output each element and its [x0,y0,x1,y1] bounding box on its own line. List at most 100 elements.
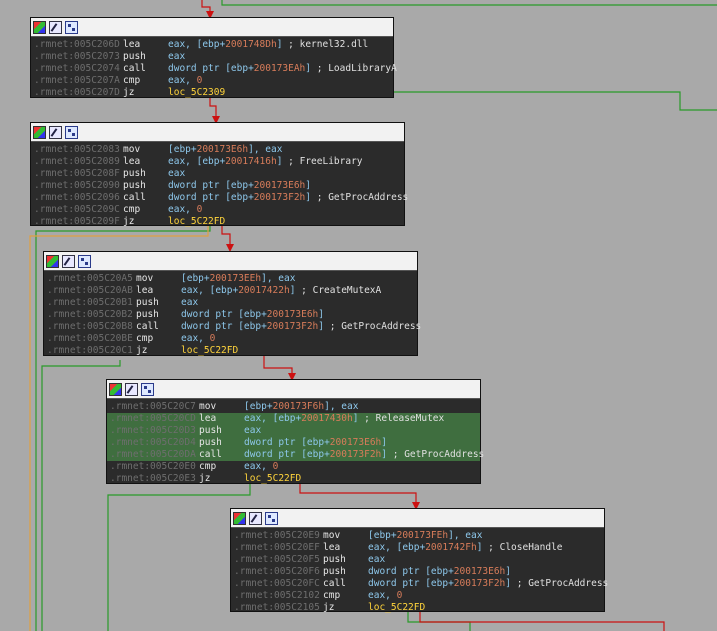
graph-view-icon[interactable] [141,382,154,396]
instruction-line[interactable]: .rmnet:005C20C1 jz loc_5C22FD [44,345,417,357]
instruction-line[interactable]: .rmnet:005C2089 lea eax, [ebp+20017416h] ;… [31,156,404,168]
instruction-line[interactable]: .rmnet:005C207D jz loc_5C2309 [31,87,393,99]
operand-part: eax, [368,590,397,601]
operand-part: 200173F2h [253,192,306,203]
instruction-line[interactable]: .rmnet:005C209F jz loc_5C22FD [31,216,404,228]
instruction-address: .rmnet:005C2089 [34,156,120,167]
instruction-line[interactable]: .rmnet:005C20F6 push dword ptr [ebp+200173… [231,566,604,578]
instruction-line[interactable]: .rmnet:005C20BE cmp eax, 0 [44,333,417,345]
operand-part: dword ptr [ebp+ [168,63,254,74]
instruction-mnemonic: jz [136,345,148,356]
instruction-address: .rmnet:005C2073 [34,51,120,62]
instruction-line[interactable]: .rmnet:005C20A5 mov [ebp+200173EEh], eax [44,273,417,285]
instruction-line[interactable]: .rmnet:005C20DA call dword ptr [ebp+200173… [107,449,484,461]
instruction-line[interactable]: .rmnet:005C2102 cmp eax, 0 [231,590,604,602]
graph-view-icon[interactable] [265,511,278,525]
color-palette-icon[interactable] [109,382,122,396]
instruction-mnemonic: lea [123,39,141,50]
edge-b4-green [107,484,251,631]
instruction-line[interactable]: .rmnet:005C20CD lea eax, [ebp+20017430h] ;… [107,413,480,425]
instruction-address: .rmnet:005C20F6 [234,566,320,577]
instruction-operands: eax, [ebp+2001742Fh] ; CloseHandle [368,542,563,554]
instruction-line[interactable]: .rmnet:005C2105 jz loc_5C22FD [231,602,604,614]
color-palette-icon[interactable] [233,511,246,525]
operand-part: eax, [168,75,197,86]
instruction-mnemonic: call [199,449,222,460]
instruction-operands: dword ptr [ebp+200173E6h] [368,566,511,578]
operand-part: dword ptr [ebp+ [181,321,267,332]
instruction-address: .rmnet:005C20AB [47,285,133,296]
code-block-3[interactable]: .rmnet:005C20A5 mov [ebp+200173EEh], eax .r… [43,251,421,357]
operand-part: ] [289,285,296,296]
color-palette-icon[interactable] [33,20,46,34]
instruction-list: .rmnet:005C206D lea eax, [ebp+2001748Dh] ;… [31,37,397,99]
graph-view-icon[interactable] [78,254,91,268]
instruction-line[interactable]: .rmnet:005C206D lea eax, [ebp+2001748Dh] ;… [31,39,393,51]
instruction-operands: eax, [ebp+2001748Dh] ; kernel32.dll [168,39,368,51]
instruction-list: .rmnet:005C20C7 mov [ebp+200173F6h], eax .r… [107,399,484,485]
instruction-line[interactable]: .rmnet:005C208F push eax [31,168,404,180]
operand-part: eax, [ebp+ [168,156,226,167]
operand-part: ], eax [448,530,483,541]
code-block-2[interactable]: .rmnet:005C2083 mov [ebp+200173E6h], eax .r… [30,122,408,228]
edit-pencil-icon[interactable] [49,125,62,139]
operand-part: ], eax [324,401,359,412]
operand-part: 200173E6h [453,566,506,577]
operand-part: eax, [ebp+ [368,542,426,553]
instruction-comment: ; CreateMutexA [301,285,382,296]
edit-pencil-icon[interactable] [249,511,262,525]
edit-pencil-icon[interactable] [62,254,75,268]
operand-part: ] [305,180,312,191]
color-palette-icon[interactable] [46,254,59,268]
instruction-operands: [ebp+200173F6h], eax [244,401,358,413]
instruction-line[interactable]: .rmnet:005C207A cmp eax, 0 [31,75,393,87]
instruction-line[interactable]: .rmnet:005C20C7 mov [ebp+200173F6h], eax [107,401,480,413]
instruction-line[interactable]: .rmnet:005C2074 call dword ptr [ebp+200173… [31,63,397,75]
instruction-line[interactable]: .rmnet:005C20EF lea eax, [ebp+2001742Fh] ;… [231,542,604,554]
operand-part: 200173F2h [453,578,506,589]
instruction-mnemonic: call [323,578,346,589]
code-block-1[interactable]: .rmnet:005C206D lea eax, [ebp+2001748Dh] ;… [30,17,397,99]
instruction-line[interactable]: .rmnet:005C20F5 push eax [231,554,604,566]
graph-view-icon[interactable] [65,20,78,34]
instruction-line[interactable]: .rmnet:005C209C cmp eax, 0 [31,204,404,216]
color-palette-icon[interactable] [33,125,46,139]
instruction-line[interactable]: .rmnet:005C20B1 push eax [44,297,417,309]
instruction-line[interactable]: .rmnet:005C2083 mov [ebp+200173E6h], eax [31,144,404,156]
operand-part: eax, [244,461,273,472]
instruction-operands: loc_5C22FD [244,473,301,485]
instruction-address: .rmnet:005C20B1 [47,297,133,308]
code-block-5[interactable]: .rmnet:005C20E9 mov [ebp+200173FEh], eax .r… [230,508,608,614]
instruction-line[interactable]: .rmnet:005C20FC call dword ptr [ebp+200173… [231,578,608,590]
jump-target-label[interactable]: loc_5C22FD [368,602,425,613]
instruction-mnemonic: push [123,51,146,62]
instruction-line[interactable]: .rmnet:005C20B8 call dword ptr [ebp+200173… [44,321,421,333]
instruction-operands: [ebp+200173E6h], eax [168,144,282,156]
instruction-line[interactable]: .rmnet:005C20E3 jz loc_5C22FD [107,473,480,485]
instruction-mnemonic: push [199,425,222,436]
instruction-line[interactable]: .rmnet:005C20E9 mov [ebp+200173FEh], eax [231,530,604,542]
jump-target-label[interactable]: loc_5C22FD [244,473,301,484]
instruction-line[interactable]: .rmnet:005C20E0 cmp eax, 0 [107,461,480,473]
jump-target-label[interactable]: loc_5C2309 [168,87,225,98]
operand-part: ] [476,542,483,553]
jump-target-label[interactable]: loc_5C22FD [181,345,238,356]
operand-part: ] [276,39,283,50]
instruction-operands: dword ptr [ebp+200173E6h] [244,437,387,449]
instruction-operands: eax, [ebp+20017416h] ; FreeLibrary [168,156,363,168]
edge-b2-b3-red [221,226,234,252]
instruction-line[interactable]: .rmnet:005C20B2 push dword ptr [ebp+200173… [44,309,417,321]
edit-pencil-icon[interactable] [49,20,62,34]
instruction-line[interactable]: .rmnet:005C20D4 push dword ptr [ebp+200173… [107,437,480,449]
instruction-line[interactable]: .rmnet:005C2073 push eax [31,51,393,63]
operand-part: dword ptr [ebp+ [168,192,254,203]
instruction-line[interactable]: .rmnet:005C20AB lea eax, [ebp+20017422h] ;… [44,285,417,297]
instruction-line[interactable]: .rmnet:005C20D3 push eax [107,425,480,437]
jump-target-label[interactable]: loc_5C22FD [168,216,225,227]
instruction-address: .rmnet:005C209F [34,216,120,227]
edit-pencil-icon[interactable] [125,382,138,396]
instruction-line[interactable]: .rmnet:005C2096 call dword ptr [ebp+200173… [31,192,408,204]
graph-view-icon[interactable] [65,125,78,139]
code-block-4[interactable]: .rmnet:005C20C7 mov [ebp+200173F6h], eax .r… [106,379,484,485]
instruction-line[interactable]: .rmnet:005C2090 push dword ptr [ebp+200173… [31,180,404,192]
